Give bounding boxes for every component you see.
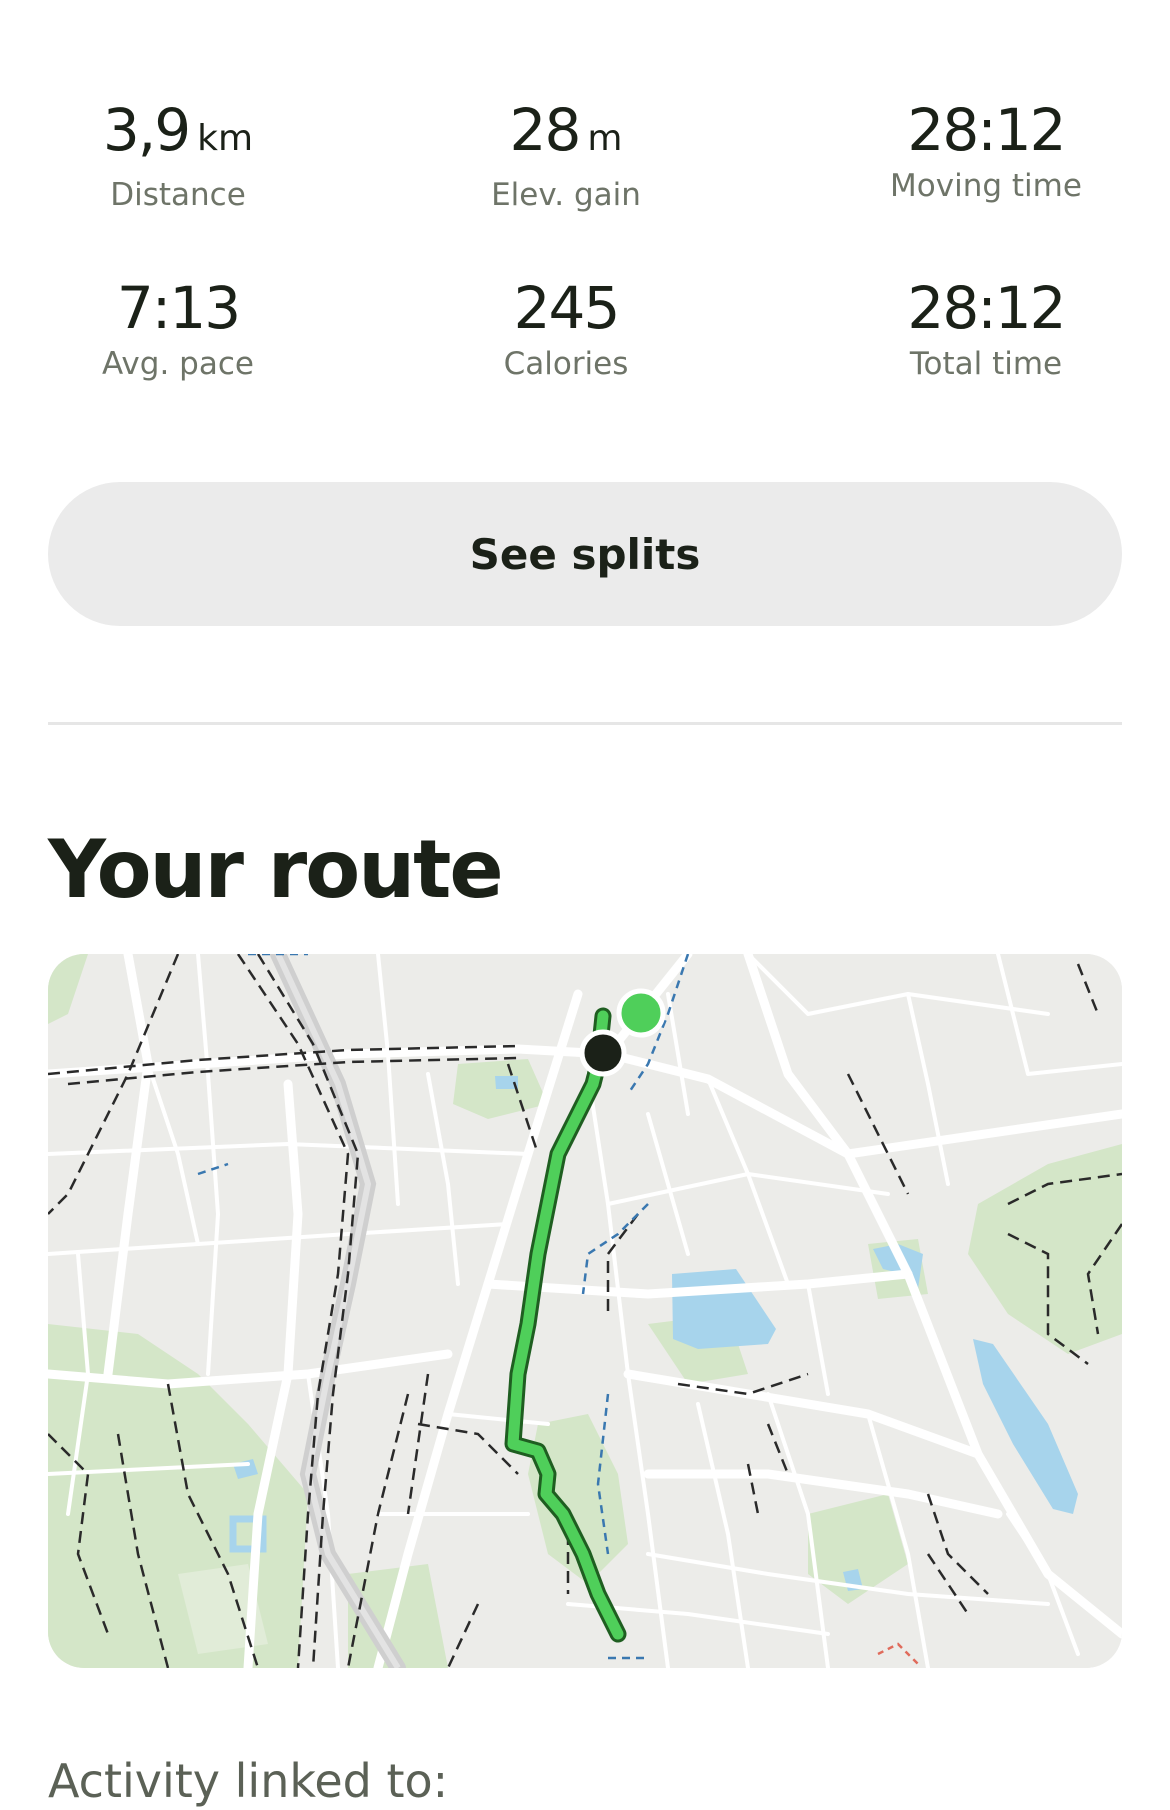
moving-time-value: 28:12 xyxy=(907,96,1066,164)
elevation-label: Elev. gain xyxy=(491,177,641,213)
total-time-value: 28:12 xyxy=(907,274,1066,342)
map-canvas xyxy=(48,954,1122,1668)
stat-avg-pace: 7:13 Avg. pace xyxy=(48,274,308,384)
elevation-unit: m xyxy=(587,118,623,159)
end-marker xyxy=(579,1029,627,1077)
see-splits-button[interactable]: See splits xyxy=(48,482,1122,626)
avg-pace-label: Avg. pace xyxy=(102,346,254,382)
elevation-value: 28 xyxy=(509,96,582,164)
route-map[interactable] xyxy=(48,954,1122,1668)
route-section-title: Your route xyxy=(48,823,504,916)
stat-total-time: 28:12 Total time xyxy=(856,274,1116,384)
distance-value: 3,9 xyxy=(102,96,191,164)
stat-value: 3,9 km xyxy=(48,96,308,173)
activity-linked-label: Activity linked to: xyxy=(48,1754,449,1808)
calories-value: 245 xyxy=(513,274,621,342)
moving-time-label: Moving time xyxy=(890,168,1082,204)
distance-unit: km xyxy=(197,118,254,159)
start-marker xyxy=(616,988,666,1038)
avg-pace-value: 7:13 xyxy=(116,274,241,342)
stat-value: 28 m xyxy=(436,96,696,173)
calories-label: Calories xyxy=(503,346,629,382)
stat-elevation-gain: 28 m Elev. gain xyxy=(436,96,696,215)
section-divider xyxy=(48,722,1122,725)
stats-grid: 3,9 km Distance 28 m Elev. gain 28:12 Movi… xyxy=(48,96,1122,396)
stat-distance: 3,9 km Distance xyxy=(48,96,308,215)
distance-label: Distance xyxy=(110,177,246,213)
total-time-label: Total time xyxy=(909,346,1063,382)
stat-moving-time: 28:12 Moving time xyxy=(856,96,1116,206)
stat-calories: 245 Calories xyxy=(436,274,696,384)
